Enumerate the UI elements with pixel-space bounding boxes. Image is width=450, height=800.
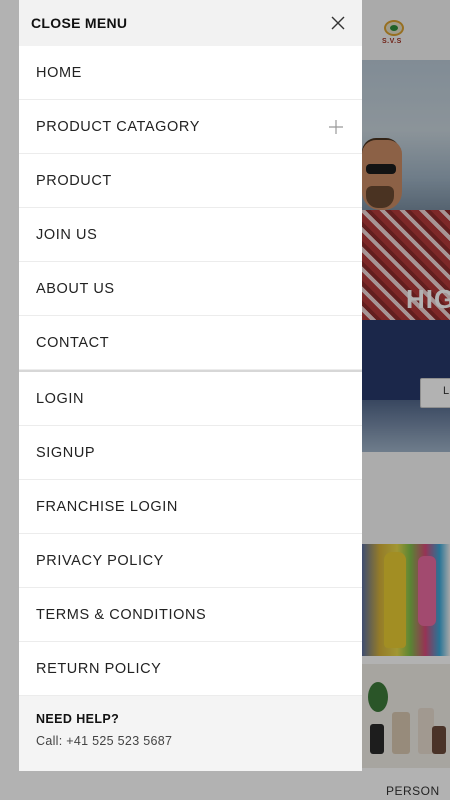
help-title: NEED HELP? [36, 712, 120, 726]
menu-item-label: TERMS & CONDITIONS [36, 606, 207, 623]
secondary-menu: LOGIN SIGNUP FRANCHISE LOGIN PRIVACY POL… [19, 372, 362, 696]
menu-item-label: JOIN US [36, 226, 98, 243]
menu-item-label: PRODUCT [36, 172, 112, 189]
menu-item-return-policy[interactable]: RETURN POLICY [19, 642, 362, 696]
side-menu-drawer: CLOSE MENU HOME PRODUCT CATAGORY PRODUCT… [19, 0, 362, 771]
close-menu-label[interactable]: CLOSE MENU [31, 15, 127, 31]
menu-item-label: FRANCHISE LOGIN [36, 498, 178, 515]
menu-item-product[interactable]: PRODUCT [19, 154, 362, 208]
close-icon[interactable] [326, 11, 350, 35]
menu-item-franchise-login[interactable]: FRANCHISE LOGIN [19, 480, 362, 534]
menu-item-label: RETURN POLICY [36, 660, 162, 677]
menu-item-label: LOGIN [36, 390, 85, 407]
menu-item-product-catagory[interactable]: PRODUCT CATAGORY [19, 100, 362, 154]
menu-item-login[interactable]: LOGIN [19, 372, 362, 426]
menu-item-privacy-policy[interactable]: PRIVACY POLICY [19, 534, 362, 588]
menu-item-signup[interactable]: SIGNUP [19, 426, 362, 480]
drawer-header[interactable]: CLOSE MENU [19, 0, 362, 46]
menu-item-label: PRIVACY POLICY [36, 552, 164, 569]
primary-menu: HOME PRODUCT CATAGORY PRODUCT JOIN US AB… [19, 46, 362, 370]
menu-item-label: HOME [36, 64, 82, 81]
menu-item-about-us[interactable]: ABOUT US [19, 262, 362, 316]
menu-item-label: PRODUCT CATAGORY [36, 118, 201, 135]
menu-item-label: ABOUT US [36, 280, 115, 297]
menu-item-join-us[interactable]: JOIN US [19, 208, 362, 262]
menu-item-contact[interactable]: CONTACT [19, 316, 362, 370]
menu-item-label: CONTACT [36, 334, 110, 351]
menu-item-terms-conditions[interactable]: TERMS & CONDITIONS [19, 588, 362, 642]
help-phone[interactable]: Call: +41 525 523 5687 [36, 734, 345, 748]
menu-item-home[interactable]: HOME [19, 46, 362, 100]
menu-item-label: SIGNUP [36, 444, 96, 461]
help-section: NEED HELP? Call: +41 525 523 5687 [19, 696, 362, 771]
plus-icon[interactable] [324, 115, 348, 139]
